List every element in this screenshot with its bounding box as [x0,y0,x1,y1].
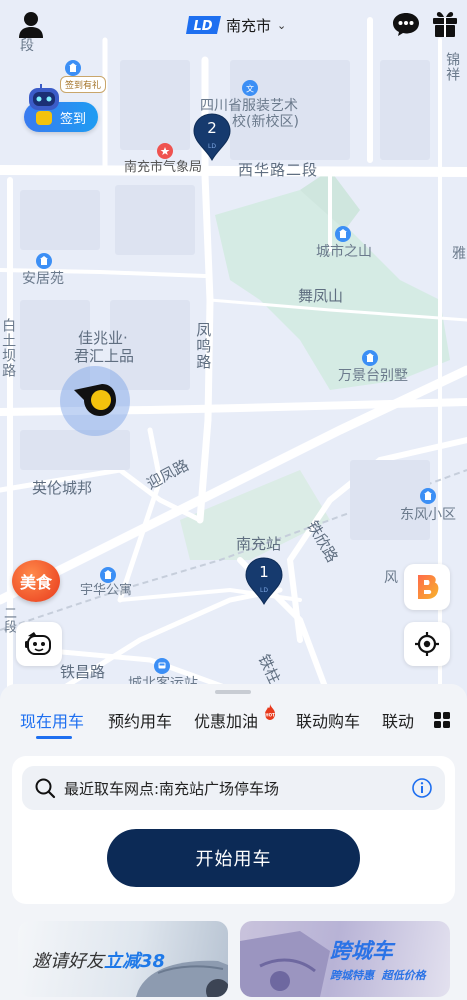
pickup-location-text: 最近取车网点:南充站广场停车场 [64,779,280,798]
map-label: 万景台别墅 [338,368,408,384]
robot-support-icon [25,632,51,655]
map-label: 佳兆业· [78,329,128,347]
cross-city-subtitle: 跨城特惠 超低价格 [330,967,426,983]
cross-city-banner[interactable]: 跨城车 跨城特惠 超低价格 [240,921,450,997]
invite-text: 邀请好友立减38 [32,947,165,973]
svg-text:LD: LD [193,19,212,34]
station-cluster-marker[interactable]: LD 1 [244,556,284,606]
map-label: 城市之山 [316,244,372,260]
svg-text:HOT: HOT [265,713,275,718]
hot-badge-icon: HOT [265,704,275,720]
map-label: 二段 [0,606,16,634]
map-label: 雅 [452,246,466,262]
food-label: 美食 [19,573,52,592]
start-rental-button[interactable]: 开始用车 [107,829,360,887]
robot-mascot-icon [29,84,59,125]
invite-prefix: 邀请好友 [32,951,104,972]
top-bar: LD 南充市 ⌄ [0,0,467,52]
info-icon[interactable] [411,777,433,799]
map-label: 南充市气象局 [124,160,203,175]
chevron-down-icon: ⌄ [277,18,287,32]
customer-service-button[interactable] [16,622,62,666]
svg-text:LD: LD [260,587,268,594]
poi-bus-icon [154,658,170,674]
tab-more[interactable]: 联动 [382,708,414,732]
map-label: 舞凤山 [298,287,344,305]
city-name: 南充市 [226,16,272,35]
map-label: 安居苑 [22,271,64,287]
pickup-location-field[interactable]: 最近取车网点:南充站广场停车场 [22,766,445,810]
map-label: 铁昌路 [60,663,106,681]
invite-discount: 立减38 [104,951,166,972]
cluster-count: 1 [259,563,269,581]
signin-badge: 签到有礼 [60,76,107,93]
grid-icon[interactable] [433,711,451,729]
map-label: 宇华公寓 [80,583,133,598]
locate-icon [415,632,439,656]
cluster-count: 2 [207,119,217,137]
poi-building-icon [36,253,52,269]
station-cluster-marker[interactable]: LD 2 [192,112,232,162]
cross-city-title: 跨城车 [330,939,393,963]
poi-government-icon [157,143,173,159]
chat-icon[interactable] [392,11,420,37]
map-label: 南充站 [236,535,282,553]
map-label: 东风小区 [400,507,456,523]
svg-text:文: 文 [246,84,254,94]
map-label: 锦祥 [444,52,461,82]
cross-city-sub2: 超低价格 [381,969,426,982]
current-location-icon [74,384,116,416]
tab-fuel-discount[interactable]: 优惠加油 [194,708,258,732]
sheet-drag-handle[interactable] [215,690,251,694]
poi-school-icon: 文 [242,80,258,96]
signin-label: 签到 [59,111,86,127]
map-label: 凤鸣路 [194,322,213,370]
tab-now[interactable]: 现在用车 [20,708,84,732]
gift-icon[interactable] [432,10,458,38]
b-service-button[interactable] [404,564,450,610]
food-button[interactable]: 美食 [12,560,60,602]
poi-building-icon [100,567,116,583]
tab-buy-car[interactable]: 联动购车 [296,708,360,732]
map-label: 英伦城邦 [32,479,93,497]
map-label: 风 [384,570,398,586]
poi-building-icon [362,350,378,366]
tab-reserve[interactable]: 预约用车 [108,708,172,732]
poi-building-icon [65,60,81,76]
invite-banner[interactable]: 邀请好友立减38 [18,921,228,997]
start-rental-label: 开始用车 [195,849,272,870]
locate-button[interactable] [404,622,450,666]
svg-text:LD: LD [208,143,216,150]
search-icon [35,778,56,799]
map-label: 白土坝路 [0,318,17,378]
city-selector[interactable]: LD 南充市 ⌄ [186,12,286,38]
brand-logo-icon: LD [186,16,221,34]
map-label: 君汇上品 [74,347,135,365]
b-logo-icon [418,575,439,599]
pickup-card: 最近取车网点:南充站广场停车场 开始用车 [12,756,455,904]
poi-building-icon [335,226,351,242]
map-label: 校(新校区) [232,114,299,130]
poi-building-icon [420,488,436,504]
map-label: 西华路二段 [238,161,319,179]
user-icon[interactable] [18,11,44,39]
cross-city-sub1: 跨城特惠 [330,969,374,982]
active-tab-indicator [36,736,72,739]
